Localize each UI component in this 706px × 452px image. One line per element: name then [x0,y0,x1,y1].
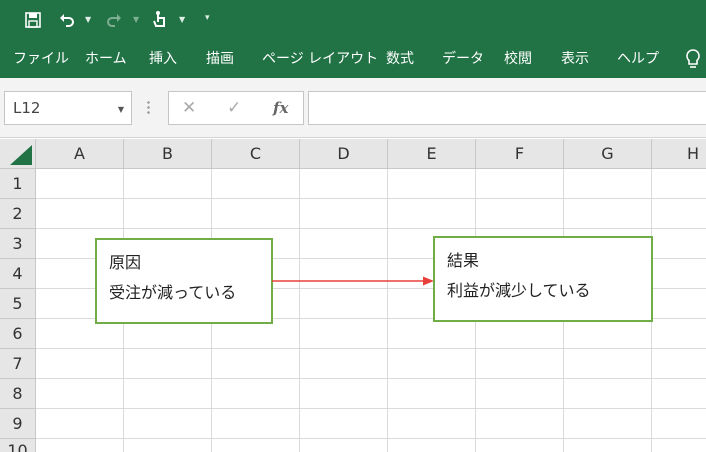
cancel-icon[interactable]: ✕ [182,92,196,124]
customize-qat-icon[interactable]: ▾ [205,13,210,23]
row-header-2[interactable]: 2 [0,199,36,229]
quick-access-toolbar: ▼ ▼ ▼ ▾ [0,0,706,38]
chevron-down-icon[interactable]: ▼ [118,105,124,114]
enter-icon[interactable]: ✓ [227,92,241,124]
formula-buttons: ✕ ✓ fx [168,91,304,125]
select-all-triangle-icon [10,145,32,165]
column-header-d[interactable]: D [300,139,388,169]
touch-dropdown-icon[interactable]: ▼ [179,15,185,24]
tab-review[interactable]: 校閲 [504,38,532,78]
column-header-g[interactable]: G [564,139,652,169]
effect-title: 結果 [447,251,480,270]
row-header-7[interactable]: 7 [0,349,36,379]
save-icon[interactable] [24,0,42,38]
column-header-c[interactable]: C [212,139,300,169]
touch-mode-icon[interactable] [151,0,169,38]
column-header-b[interactable]: B [124,139,212,169]
select-all-button[interactable] [0,139,36,169]
tab-formulas[interactable]: 数式 [386,38,414,78]
tab-help[interactable]: ヘルプ [617,38,659,78]
tab-data[interactable]: データ [442,38,484,78]
arrow-connector[interactable] [272,274,434,288]
effect-shape[interactable]: 結果 利益が減少している [433,236,653,322]
cause-text: 受注が減っている [109,283,237,302]
cause-shape[interactable]: 原因 受注が減っている [95,238,273,324]
tab-page-layout[interactable]: ページ レイアウト [262,38,378,78]
row-header-10[interactable]: 10 [0,439,36,452]
effect-text: 利益が減少している [447,281,591,300]
tab-insert[interactable]: 挿入 [149,38,177,78]
grip-handle[interactable] [147,100,150,116]
column-header-a[interactable]: A [36,139,124,169]
row-header-9[interactable]: 9 [0,409,36,439]
column-header-e[interactable]: E [388,139,476,169]
row-header-1[interactable]: 1 [0,169,36,199]
undo-icon[interactable] [58,0,76,38]
row-header-8[interactable]: 8 [0,379,36,409]
tab-home[interactable]: ホーム [85,38,127,78]
column-header-f[interactable]: F [476,139,564,169]
row-header-4[interactable]: 4 [0,259,36,289]
row-header-3[interactable]: 3 [0,229,36,259]
cause-title: 原因 [109,253,142,272]
column-header-h[interactable]: H [652,139,706,169]
formula-input[interactable] [308,91,706,125]
formula-bar-area: L12 ▼ ✕ ✓ fx [0,78,706,138]
redo-icon[interactable] [105,0,123,38]
undo-dropdown-icon[interactable]: ▼ [85,15,91,24]
tab-draw[interactable]: 描画 [206,38,234,78]
name-box[interactable]: L12 ▼ [4,91,132,125]
name-box-value: L12 [13,99,41,117]
redo-dropdown-icon[interactable]: ▼ [133,15,139,24]
insert-function-button[interactable]: fx [273,92,288,124]
lightbulb-icon[interactable] [684,48,702,70]
tab-view[interactable]: 表示 [561,38,589,78]
row-header-6[interactable]: 6 [0,319,36,349]
row-header-5[interactable]: 5 [0,289,36,319]
ribbon-tabs: ファイル ホーム 挿入 描画 ページ レイアウト 数式 データ 校閲 表示 ヘル… [0,38,706,78]
tab-file[interactable]: ファイル [13,38,69,78]
